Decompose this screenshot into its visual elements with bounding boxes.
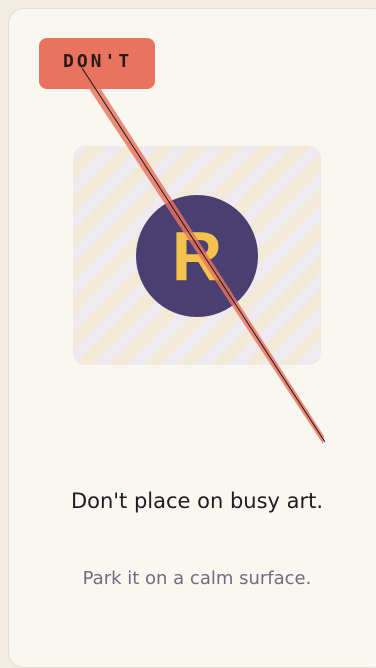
guideline-title: Don't place on busy art.: [70, 489, 324, 513]
guideline-subtitle: Park it on a calm surface.: [82, 568, 312, 589]
dont-badge: DON'T: [39, 38, 155, 89]
brand-logo-icon: R: [136, 195, 258, 317]
